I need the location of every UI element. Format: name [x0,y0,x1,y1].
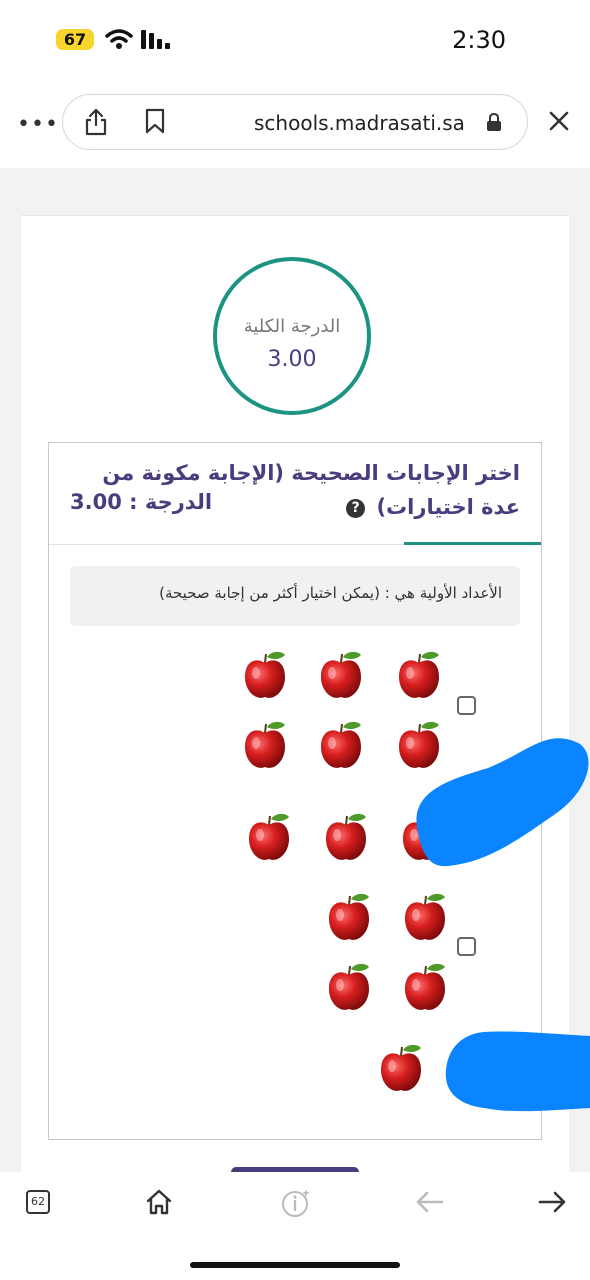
apple-image [380,1043,422,1092]
redaction-mark [416,738,589,867]
apple-image [398,650,440,699]
option-3-checkbox[interactable] [457,937,476,956]
question-prompt-text: الأعداد الأولية هي : (يمكن اختيار أكثر م… [159,584,502,602]
total-score-label: الدرجة الكلية [243,316,341,337]
apple-image [248,812,290,861]
apple-image [244,650,286,699]
info-sparkle-icon[interactable] [280,1187,312,1219]
apple-image [244,720,286,769]
tabs-button[interactable]: 62 [26,1190,50,1214]
total-score-value: 3.00 [267,347,317,372]
question-grade: الدرجة : 3.00 [70,490,213,514]
lock-icon [487,112,501,131]
cellular-signal-icon [141,30,170,49]
apple-image [320,720,362,769]
option-1-checkbox[interactable] [457,696,476,715]
bookmark-icon[interactable] [144,108,166,134]
apple-image [320,650,362,699]
url-text[interactable]: schools.madrasati.sa [254,111,465,135]
apple-image [328,962,370,1011]
battery-indicator: 67 [56,29,94,50]
back-arrow-icon[interactable] [414,1190,446,1214]
help-icon[interactable]: ? [346,498,366,518]
active-tab-indicator [404,542,541,545]
apple-image [328,892,370,941]
status-time: 2:30 [452,26,506,54]
close-icon[interactable] [547,109,571,133]
apple-image [404,892,446,941]
question-prompt: الأعداد الأولية هي : (يمكن اختيار أكثر م… [70,566,520,626]
redaction-mark [445,1031,590,1112]
forward-arrow-icon[interactable] [536,1190,568,1214]
apple-image [325,812,367,861]
home-indicator [190,1262,400,1268]
home-icon[interactable] [145,1188,173,1216]
apple-image [404,962,446,1011]
wifi-icon [105,29,133,49]
total-score-badge: الدرجة الكلية 3.00 [213,257,371,415]
more-options-icon[interactable]: ••• [17,112,59,137]
share-icon[interactable] [84,108,108,136]
